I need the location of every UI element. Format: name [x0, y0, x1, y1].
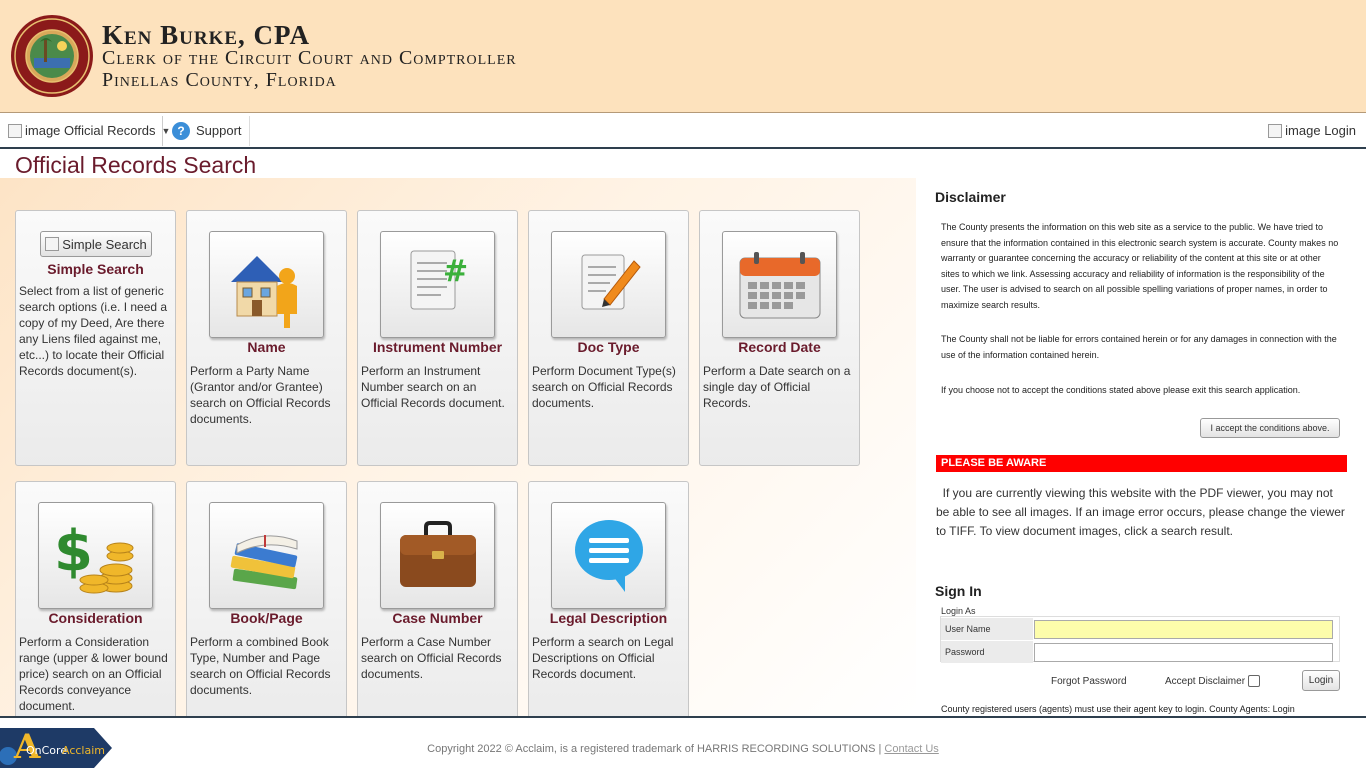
- signin-heading: Sign In: [935, 583, 982, 599]
- site-header: Ken Burke, CPA Clerk of the Circuit Cour…: [0, 0, 1366, 113]
- aware-banner: PLEASE BE AWARE: [936, 455, 1347, 472]
- card-description: Perform a Consideration range (upper & l…: [19, 635, 168, 713]
- accept-disclaimer-checkbox[interactable]: [1248, 675, 1261, 687]
- card-recorddate-search: Record Date Perform a Date search on a s…: [699, 210, 860, 466]
- simple-search-button[interactable]: Simple Search: [40, 231, 152, 257]
- accept-disclaimer-label: Accept Disclaimer: [1165, 675, 1246, 687]
- nav-divider: [249, 116, 250, 146]
- calendar-icon: [739, 251, 820, 318]
- card-name-search: Name Perform a Party Name (Grantor and/o…: [186, 210, 347, 466]
- copyright-text: Copyright 2022 © Acclaim, is a registere…: [427, 743, 885, 755]
- username-row: User Name: [941, 618, 1339, 640]
- card-description: Select from a list of generic search opt…: [19, 284, 168, 378]
- password-row: Password: [941, 641, 1339, 663]
- recorddate-search-button[interactable]: [722, 231, 837, 338]
- books-icon: [230, 534, 297, 589]
- county-seal-icon: [11, 15, 93, 97]
- contact-us-link[interactable]: Contact Us: [884, 743, 938, 755]
- card-title[interactable]: Consideration: [16, 610, 175, 626]
- card-description: Perform a Case Number search on Official…: [361, 635, 502, 681]
- card-doctype-search: Doc Type Perform Document Type(s) search…: [528, 210, 689, 466]
- card-description: Perform a Date search on a single day of…: [703, 364, 851, 410]
- broken-image-icon: [8, 123, 22, 138]
- card-instrument-search: # Instrument Number Perform an Instrumen…: [357, 210, 518, 466]
- card-title[interactable]: Simple Search: [16, 261, 175, 277]
- login-as-label: Login As: [941, 606, 976, 616]
- card-title[interactable]: Record Date: [700, 339, 859, 355]
- nav-support-label: Support: [196, 123, 242, 138]
- legal-search-button[interactable]: [551, 502, 666, 609]
- nav-official-records[interactable]: image Official Records ▼: [8, 114, 170, 147]
- nav-support[interactable]: ? Support: [172, 114, 242, 147]
- username-label: User Name: [941, 618, 1033, 640]
- card-description: Perform an Instrument Number search on a…: [361, 364, 505, 410]
- copyright-notice: Copyright 2022 © Acclaim, is a registere…: [0, 743, 1366, 755]
- card-casenumber-search: Case Number Perform a Case Number search…: [357, 481, 518, 721]
- money-coins-icon: $: [54, 519, 133, 593]
- document-hash-icon: #: [410, 250, 468, 309]
- speech-bubble-icon: [574, 519, 643, 592]
- nav-login[interactable]: image Login: [1268, 114, 1356, 147]
- briefcase-icon: [399, 520, 476, 587]
- card-consideration-search: $ Consideration Perform a Consideration …: [15, 481, 176, 721]
- nav-divider: [162, 116, 163, 146]
- disclaimer-heading: Disclaimer: [935, 189, 1006, 205]
- accept-conditions-button[interactable]: I accept the conditions above.: [1200, 418, 1340, 438]
- broken-image-icon: [1268, 123, 1283, 138]
- card-title[interactable]: Book/Page: [187, 610, 346, 626]
- card-title[interactable]: Legal Description: [529, 610, 688, 626]
- password-label: Password: [941, 641, 1033, 663]
- card-title[interactable]: Doc Type: [529, 339, 688, 355]
- card-description: Perform Document Type(s) search on Offic…: [532, 364, 676, 410]
- password-input[interactable]: [1034, 643, 1333, 662]
- svg-text:$: $: [54, 519, 93, 584]
- disclaimer-paragraph: The County presents the information on t…: [941, 222, 1339, 310]
- simple-search-button-label: Simple Search: [62, 236, 147, 252]
- login-form: User Name Password: [940, 616, 1340, 663]
- card-description: Perform a search on Legal Descriptions o…: [532, 635, 674, 681]
- name-search-button[interactable]: [209, 231, 324, 338]
- card-legal-search: Legal Description Perform a search on Le…: [528, 481, 689, 721]
- agents-note: County registered users (agents) must us…: [941, 704, 1295, 714]
- casenumber-search-button[interactable]: [380, 502, 495, 609]
- card-bookpage-search: Book/Page Perform a combined Book Type, …: [186, 481, 347, 721]
- site-footer: A OnCore Acclaim Copyright 2022 © Acclai…: [0, 716, 1366, 768]
- nav-login-label: image Login: [1285, 123, 1356, 138]
- disclaimer-paragraph: If you choose not to accept the conditio…: [941, 385, 1301, 395]
- nav-official-records-label: image Official Records: [25, 123, 156, 138]
- help-icon: ?: [172, 121, 190, 140]
- broken-image-icon: [45, 237, 60, 251]
- main-nav: image Official Records ▼ ? Support image…: [0, 114, 1366, 149]
- card-simple-search: Simple Search Simple Search Select from …: [15, 210, 176, 466]
- clerk-title: Clerk of the Circuit Court and Comptroll…: [102, 47, 517, 69]
- accept-disclaimer-checkbox-group: Accept Disclaimer: [1165, 675, 1261, 687]
- instrument-search-button[interactable]: #: [380, 231, 495, 338]
- page-title: Official Records Search: [15, 152, 257, 178]
- card-title[interactable]: Case Number: [358, 610, 517, 626]
- house-person-icon: [230, 255, 297, 328]
- consideration-search-button[interactable]: $: [38, 502, 153, 609]
- username-input[interactable]: [1034, 620, 1333, 639]
- clerk-county: Pinellas County, Florida: [102, 69, 337, 91]
- document-pencil-icon: [581, 254, 641, 309]
- card-description: Perform a combined Book Type, Number and…: [190, 635, 331, 697]
- card-description: Perform a Party Name (Grantor and/or Gra…: [190, 364, 331, 426]
- aware-message: If you are currently viewing this websit…: [936, 484, 1346, 541]
- card-title[interactable]: Name: [187, 339, 346, 355]
- card-title[interactable]: Instrument Number: [358, 339, 517, 355]
- bookpage-search-button[interactable]: [209, 502, 324, 609]
- aware-message-text: If you are currently viewing this websit…: [936, 486, 1345, 538]
- doctype-search-button[interactable]: [551, 231, 666, 338]
- svg-text:#: #: [443, 254, 468, 289]
- forgot-password-link[interactable]: Forgot Password: [1051, 676, 1127, 687]
- login-button[interactable]: Login: [1302, 670, 1340, 691]
- disclaimer-paragraph: The County shall not be liable for error…: [941, 334, 1337, 360]
